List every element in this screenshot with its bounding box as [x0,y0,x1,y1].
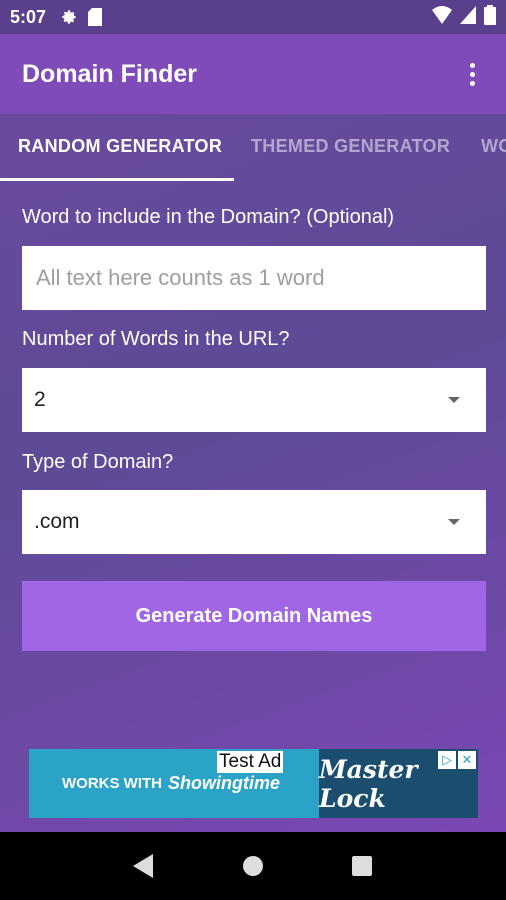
ad-works-with-text: WORKS WITH [62,775,162,792]
status-indicators [432,4,496,30]
dropdown-arrow-icon [448,397,460,403]
tab-bar: RANDOM GENERATOR THEMED GENERATOR WO [0,114,506,182]
test-ad-label: Test Ad [217,751,284,773]
ad-banner[interactable]: WORKS WITH Showingtime Master Lock Test … [29,749,478,818]
word-input[interactable] [22,246,486,310]
generate-button[interactable]: Generate Domain Names [22,581,486,651]
domain-type-select[interactable]: .com [22,490,486,554]
ad-info-icon[interactable]: ▷ [438,751,456,769]
word-count-label: Number of Words in the URL? [22,328,290,350]
ad-brand-left: Showingtime [167,773,280,793]
ad-choices[interactable]: ▷ ✕ [436,751,476,769]
back-icon[interactable] [124,846,164,886]
signal-icon [460,5,476,29]
main-content: RANDOM GENERATOR THEMED GENERATOR WO Wor… [0,114,506,832]
status-time: 5:07 [10,6,47,27]
home-icon[interactable] [233,846,273,886]
status-bar: 5:07 [0,0,506,34]
tab-themed-generator[interactable]: THEMED GENERATOR [251,136,450,157]
dropdown-arrow-icon [448,519,460,525]
tab-third[interactable]: WO [481,136,506,157]
wifi-icon [432,5,452,29]
domain-type-label: Type of Domain? [22,451,174,473]
word-count-select[interactable]: 2 [22,368,486,432]
tab-random-generator[interactable]: RANDOM GENERATOR [18,136,222,157]
battery-icon [484,4,496,30]
app-bar: Domain Finder [0,34,506,114]
recents-icon[interactable] [342,846,382,886]
gear-icon [60,8,78,26]
tab-indicator [0,178,234,181]
system-nav-bar [0,832,506,900]
sd-card-icon [88,8,103,26]
word-count-value: 2 [34,388,46,411]
word-field-label: Word to include in the Domain? (Optional… [22,206,395,228]
domain-type-value: .com [34,510,80,533]
app-title: Domain Finder [22,59,198,88]
overflow-menu-icon[interactable] [460,54,484,94]
ad-close-icon[interactable]: ✕ [458,751,476,769]
